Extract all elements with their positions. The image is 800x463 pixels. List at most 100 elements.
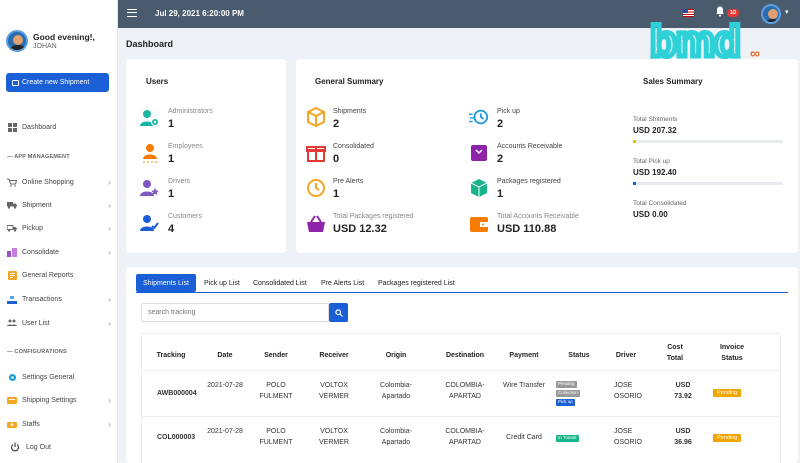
- pre-alerts-label: Pre Alerts: [333, 178, 364, 185]
- tab-consolidated-list[interactable]: Consolidated List: [246, 274, 314, 292]
- tab-packages-registered-list[interactable]: Packages registered List: [371, 274, 462, 292]
- cell-tracking[interactable]: AWB000004: [150, 389, 204, 400]
- sales-total-pickup-label: Total Pick up: [633, 158, 670, 165]
- username: JOHAN: [33, 43, 57, 50]
- gear-icon: [7, 372, 17, 382]
- sales-total-shipments-value: USD 207.32: [633, 126, 677, 135]
- box-icon: [12, 79, 19, 86]
- packages-registered-value: 1: [497, 188, 504, 200]
- cell-driver: JOSE OSORIO: [614, 382, 643, 400]
- cell-status: Pending Collection Pick up: [556, 379, 586, 406]
- summary-card: General Summary Shipments 2 Consolidated…: [296, 59, 798, 253]
- user-box: Good evening!, JOHAN: [0, 0, 117, 52]
- sidebar-item-staffs[interactable]: Staffs ›: [0, 417, 118, 431]
- sales-total-pickup-fill: [633, 182, 636, 185]
- status-badge: Pending: [556, 381, 577, 388]
- chevron-right-icon: ›: [108, 318, 111, 328]
- staff-icon: [7, 419, 17, 429]
- sidebar-item-label: General Reports: [22, 271, 74, 279]
- col-date: Date: [217, 352, 233, 359]
- employees-value: 1: [168, 153, 175, 165]
- total-accounts-receivable-value: USD 110.88: [497, 223, 557, 235]
- sidebar-item-dashboard[interactable]: Dashboard: [0, 120, 118, 134]
- sales-total-pickup-bar: [633, 182, 783, 185]
- sidebar-item-label: Online Shopping: [22, 178, 74, 186]
- tab-underline: [136, 292, 788, 293]
- sidebar-item-general-reports[interactable]: General Reports: [0, 268, 118, 282]
- tab-pickup-list[interactable]: Pick up List: [197, 274, 247, 292]
- package-icon: [306, 107, 326, 127]
- tab-shipments-list[interactable]: Shipments List: [136, 274, 196, 292]
- search-input[interactable]: [141, 303, 329, 322]
- page-title: Dashboard: [126, 39, 174, 49]
- col-origin: Origin: [385, 352, 407, 359]
- section-configurations: — CONFIGURATIONS: [7, 349, 67, 355]
- sales-total-pickup-value: USD 192.40: [633, 168, 677, 177]
- search-button[interactable]: [329, 303, 348, 322]
- cell-date: 2021-07-28: [207, 428, 243, 435]
- sidebar-item-logout[interactable]: Log Out: [0, 440, 118, 454]
- col-invoice-status: Invoice Status: [719, 344, 745, 363]
- avatar[interactable]: [6, 30, 28, 52]
- chevron-right-icon: ›: [108, 247, 111, 257]
- invoice-status-badge: Pending: [713, 434, 742, 442]
- cell-destination: COLOMBIA-APARTAD: [445, 428, 485, 446]
- sales-total-shipments-label: Total Shitments: [633, 116, 678, 123]
- cell-status: In Transit: [556, 433, 586, 442]
- drivers-label: Drivers: [168, 178, 191, 185]
- sidebar-item-consolidate[interactable]: Consolidate ›: [0, 245, 118, 259]
- sidebar-item-online-shopping[interactable]: Online Shopping ›: [0, 175, 118, 189]
- search-icon: [334, 308, 343, 317]
- customers-label: Customers: [168, 213, 202, 220]
- total-packages-value: USD 12.32: [333, 223, 387, 235]
- sidebar-item-label: Consolidate: [22, 248, 59, 256]
- shipments-label: Shipments: [333, 108, 367, 115]
- tab-pre-alerts-list[interactable]: Pre Alerts List: [314, 274, 371, 292]
- cart-icon: [7, 177, 17, 187]
- sidebar-item-shipment[interactable]: Shipment ›: [0, 198, 118, 212]
- cell-sender: POLO FULMENT: [259, 382, 293, 400]
- pickup-label: Pick up: [497, 108, 520, 115]
- accounts-receivable-label: Accounts Receivable: [497, 143, 563, 150]
- chevron-right-icon: ›: [108, 200, 111, 210]
- transactions-icon: [7, 294, 17, 304]
- sidebar-item-transactions[interactable]: Transactions ›: [0, 292, 118, 306]
- col-payment: Payment: [509, 352, 539, 359]
- general-summary-title: General Summary: [315, 77, 384, 86]
- col-sender: Sender: [264, 352, 288, 359]
- admin-value: 1: [168, 118, 175, 130]
- cell-cost: USD 73.92: [674, 382, 692, 400]
- admin-users-icon: [140, 108, 160, 128]
- power-icon: [10, 442, 20, 452]
- boxes-icon: [7, 247, 17, 257]
- chevron-down-icon[interactable]: ▾: [785, 8, 789, 16]
- invoice-status-badge: Pending: [713, 389, 742, 397]
- chevron-right-icon: ›: [108, 294, 111, 304]
- sidebar-item-user-list[interactable]: User List ›: [0, 316, 118, 330]
- cell-origin: Colombia-Apartado: [380, 428, 412, 446]
- sidebar-item-shipping-settings[interactable]: Shipping Settings ›: [0, 393, 118, 407]
- cell-tracking[interactable]: COL000003: [150, 433, 204, 444]
- col-destination: Destination: [445, 352, 485, 359]
- chevron-right-icon: ›: [108, 419, 111, 429]
- cell-driver: JOSE OSORIO: [614, 428, 643, 446]
- col-tracking: Tracking: [156, 352, 186, 359]
- driver-icon: [140, 178, 160, 198]
- sidebar-item-label: Log Out: [26, 443, 51, 451]
- sales-total-shipments-fill: [633, 140, 636, 143]
- truck-icon: [7, 200, 17, 210]
- sidebar-item-label: Staffs: [22, 420, 40, 428]
- accounts-receivable-value: 2: [497, 153, 504, 165]
- create-shipment-button[interactable]: Create new Shipment: [6, 73, 109, 92]
- cell-destination: COLOMBIA-APARTAD: [445, 382, 485, 400]
- cell-cost: USD 36.96: [674, 428, 692, 446]
- sidebar-item-settings-general[interactable]: Settings General: [0, 370, 118, 384]
- admin-label: Administrators: [168, 108, 213, 115]
- menu-icon[interactable]: [127, 9, 137, 17]
- cell-receiver: VOLTOX VERMER: [319, 428, 349, 446]
- status-badge: Collection: [556, 390, 580, 397]
- wallet-icon: [469, 214, 489, 234]
- sidebar-item-label: Pickup: [22, 224, 44, 232]
- sales-summary-title: Sales Summary: [643, 77, 703, 86]
- sidebar-item-pickup[interactable]: Pickup ›: [0, 221, 118, 235]
